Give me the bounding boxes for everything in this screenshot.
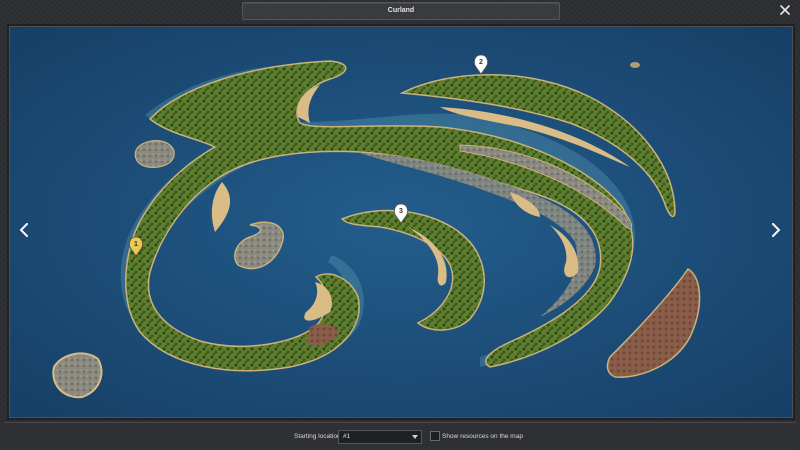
window-frame: Curland 1 2 3 Starting location #1 Show … <box>0 0 800 450</box>
map-view[interactable]: 1 2 3 <box>9 26 793 418</box>
starting-location-select[interactable]: #1 <box>338 430 422 444</box>
island-map: 1 2 3 <box>10 27 792 417</box>
southwest-islet <box>52 352 103 399</box>
marker-3-label: 3 <box>399 208 403 215</box>
next-map-button[interactable] <box>766 217 786 243</box>
marker-1-label: 1 <box>134 241 138 248</box>
previous-map-button[interactable] <box>14 217 34 243</box>
marker-2-label: 2 <box>479 59 483 66</box>
chevron-right-icon <box>772 223 781 237</box>
chevron-down-icon <box>412 435 418 439</box>
chevron-left-icon <box>19 223 28 237</box>
tiny-islet <box>630 62 640 68</box>
close-icon <box>780 5 790 15</box>
footer-bar: Starting location #1 Show resources on t… <box>4 422 796 449</box>
starting-location-value: #1 <box>343 433 351 440</box>
west-islet <box>134 140 175 168</box>
show-resources-checkbox[interactable] <box>430 431 440 441</box>
title-bar: Curland <box>242 2 560 20</box>
window-title: Curland <box>387 7 415 14</box>
close-button[interactable] <box>776 2 794 18</box>
show-resources-label: Show resources on the map <box>442 433 523 440</box>
starting-location-label: Starting location <box>294 433 341 440</box>
